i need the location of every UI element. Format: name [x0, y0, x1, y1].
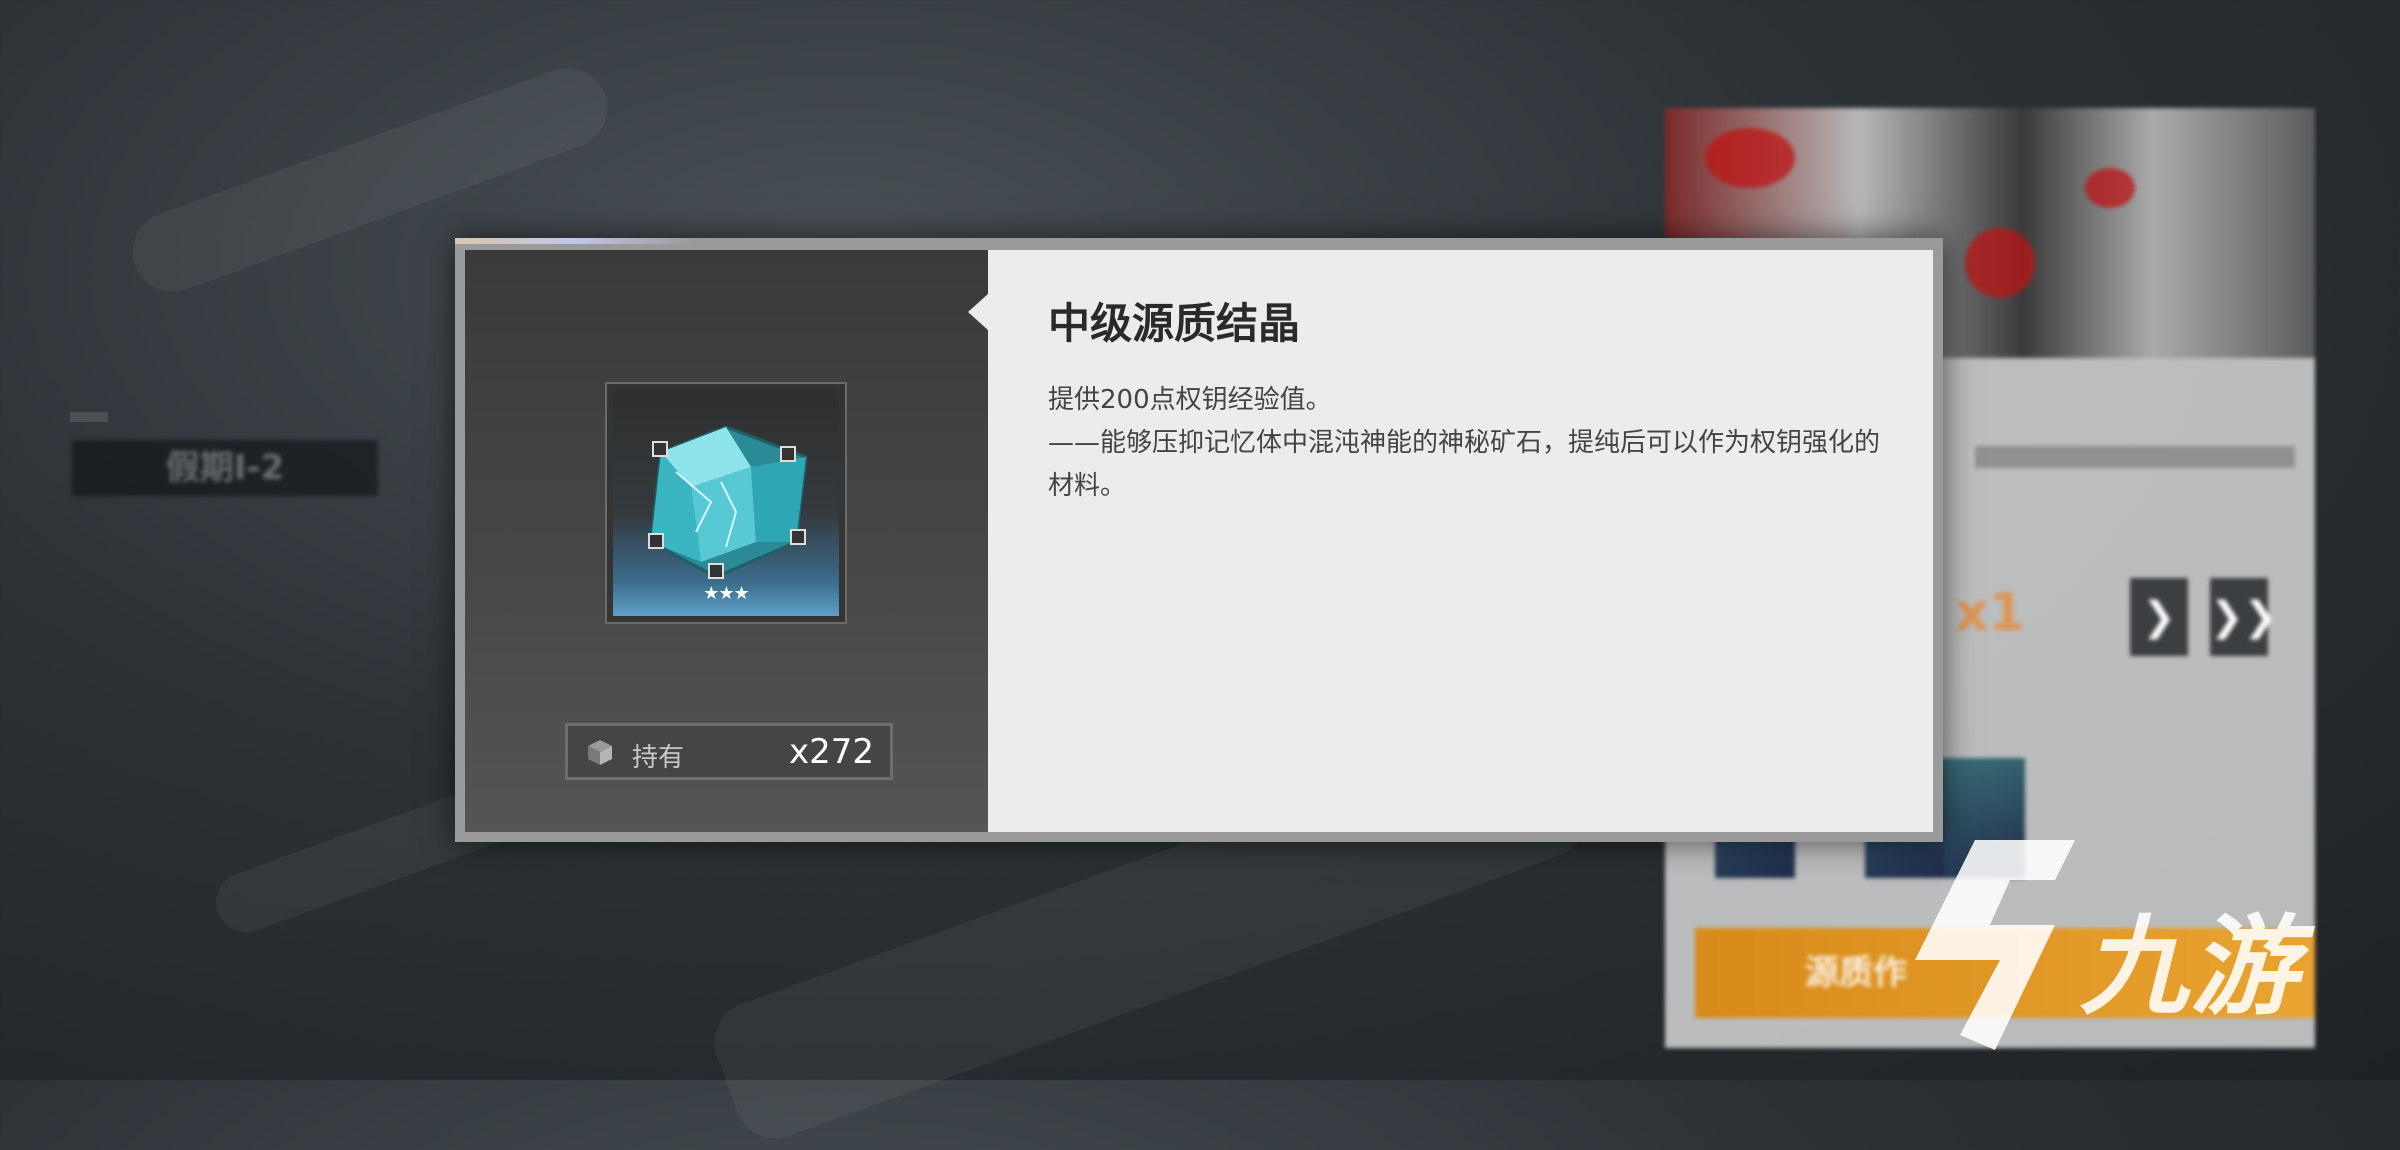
item-icon-background: ★★★ [613, 390, 839, 616]
background-next-button: ❯ [2130, 578, 2188, 656]
item-info-pane: 中级源质结晶 提供200点权钥经验值。 ——能够压抑记忆体中混沌神能的神秘矿石，… [968, 250, 1933, 832]
background-stage-label [70, 412, 108, 422]
crystal-cube-icon [648, 425, 808, 579]
background-skip-button: ❯❯ [2210, 578, 2277, 656]
hold-count-box: 持有 x272 [565, 723, 893, 780]
item-description: 提供200点权钥经验值。 ——能够压抑记忆体中混沌神能的神秘矿石，提纯后可以作为… [1048, 379, 1888, 508]
pane-pointer [968, 294, 988, 330]
dialog-accent-bar [455, 238, 695, 244]
item-preview-pane: ★★★ 持有 x272 [465, 250, 988, 832]
description-line: ——能够压抑记忆体中混沌神能的神秘矿石，提纯后可以作为权钥强化的材料。 [1048, 428, 1881, 501]
item-title: 中级源质结晶 [1048, 299, 1301, 348]
background-reward-count: x1 [1955, 583, 2025, 643]
background-text-line [1975, 446, 2295, 468]
item-icon-frame: ★★★ [605, 382, 847, 624]
hold-label: 持有 [632, 743, 685, 773]
hold-count: x272 [788, 732, 874, 772]
box-icon [588, 740, 612, 765]
watermark-logo-text: 九游 [2080, 905, 2301, 1030]
background-stage-card: 假期I-2 [72, 440, 378, 496]
item-detail-dialog[interactable]: ★★★ 持有 x272 中级源质结晶 提供200点权钥经验值。 ——能够压抑记忆… [455, 238, 1943, 842]
description-line: 提供200点权钥经验值。 [1048, 385, 1332, 415]
rarity-stars: ★★★ [703, 583, 749, 604]
